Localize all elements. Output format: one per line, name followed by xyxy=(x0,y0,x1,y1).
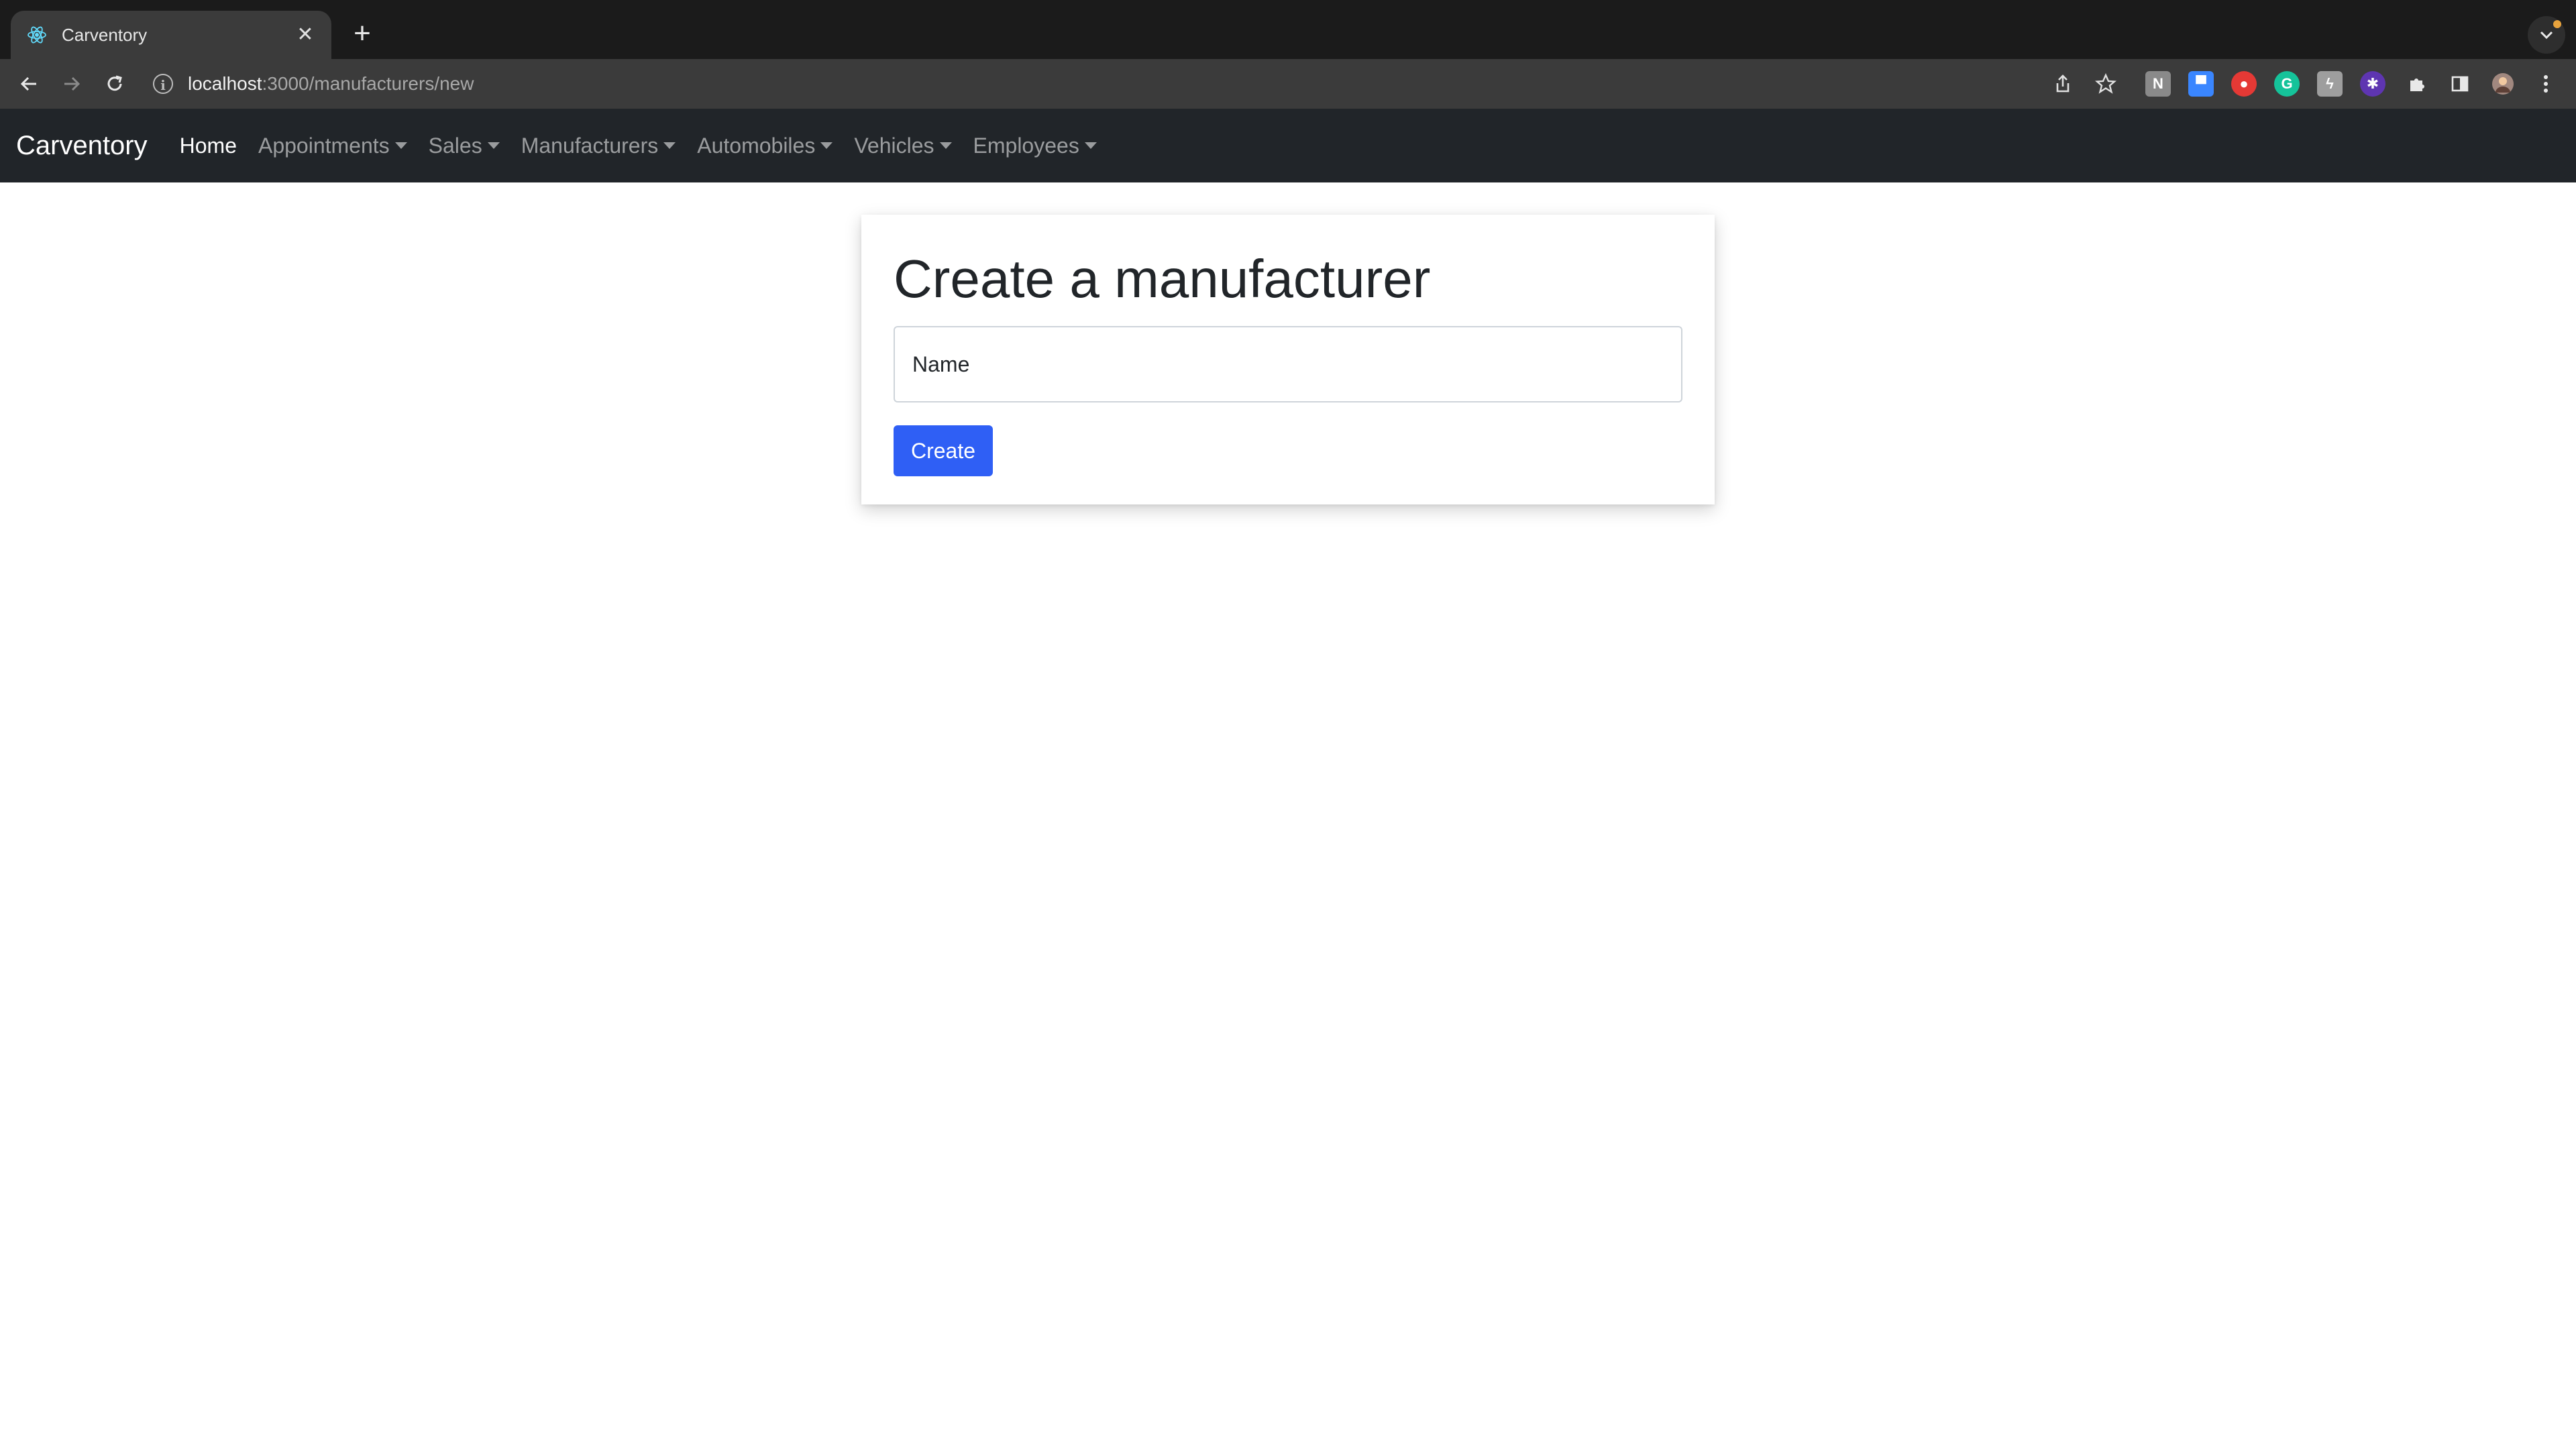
caret-down-icon xyxy=(1084,142,1097,149)
nav-item-employees[interactable]: Employees xyxy=(973,133,1097,158)
caret-down-icon xyxy=(663,142,676,149)
bookmark-star-icon[interactable] xyxy=(2089,67,2123,101)
profile-avatar[interactable] xyxy=(2486,67,2520,101)
share-icon[interactable] xyxy=(2046,67,2080,101)
name-placeholder: Name xyxy=(912,352,970,376)
url-host: localhost xyxy=(188,73,262,94)
grammarly-icon[interactable]: G xyxy=(2274,71,2300,97)
notification-dot xyxy=(2553,20,2561,28)
create-manufacturer-card: Create a manufacturer Name Create xyxy=(861,215,1715,504)
react-favicon-icon xyxy=(25,23,48,46)
arrow-right-icon xyxy=(64,76,80,91)
caret-down-icon xyxy=(820,142,833,149)
nav-item-automobiles[interactable]: Automobiles xyxy=(697,133,833,158)
red-ext-icon[interactable]: ● xyxy=(2231,71,2257,97)
back-button[interactable] xyxy=(12,67,46,101)
app-navbar: Carventory Home Appointments Sales Manuf… xyxy=(0,109,2576,182)
reload-icon xyxy=(107,75,122,91)
nav-item-manufacturers[interactable]: Manufacturers xyxy=(521,133,676,158)
page-title: Create a manufacturer xyxy=(894,249,1431,309)
nav-item-label: Automobiles xyxy=(697,133,816,158)
nav-item-appointments[interactable]: Appointments xyxy=(258,133,407,158)
nav-item-label: Appointments xyxy=(258,133,390,158)
sidebar-icon[interactable] xyxy=(2443,67,2477,101)
nav-item-vehicles[interactable]: Vehicles xyxy=(854,133,952,158)
info-icon[interactable]: i xyxy=(153,74,173,94)
tab-close-icon[interactable]: ✕ xyxy=(294,25,317,45)
create-button[interactable]: Create xyxy=(894,425,993,476)
nav-item-label: Vehicles xyxy=(854,133,934,158)
arrow-left-icon xyxy=(20,76,36,91)
window-ext-icon[interactable]: ▀ xyxy=(2188,71,2214,97)
name-input[interactable]: Name xyxy=(894,326,1682,402)
browser-tab[interactable]: Carventory ✕ xyxy=(11,11,331,59)
lightning-ext-icon[interactable]: ϟ xyxy=(2317,71,2343,97)
color-ext-icon[interactable]: ✱ xyxy=(2360,71,2385,97)
nav-item-label: Employees xyxy=(973,133,1079,158)
nav-item-label: Home xyxy=(179,133,237,158)
reload-button[interactable] xyxy=(98,67,131,101)
url-path: :3000/manufacturers/new xyxy=(262,73,474,94)
nav-item-sales[interactable]: Sales xyxy=(429,133,500,158)
browser-tabstrip: Carventory ✕ + xyxy=(0,0,2576,59)
new-tab-icon[interactable]: + xyxy=(346,17,378,50)
nav-item-label: Manufacturers xyxy=(521,133,659,158)
more-vert-icon[interactable] xyxy=(2529,67,2563,101)
caret-down-icon xyxy=(939,142,952,149)
browser-toolbar: i localhost:3000/manufacturers/new N ▀ ●… xyxy=(0,59,2576,111)
nav-item-label: Sales xyxy=(428,133,482,158)
forward-button[interactable] xyxy=(55,67,89,101)
grid-ext-icon[interactable]: N xyxy=(2145,71,2171,97)
chevron-down-icon xyxy=(2540,31,2553,40)
address-bar[interactable]: i localhost:3000/manufacturers/new xyxy=(153,64,2085,103)
navbar-brand[interactable]: Carventory xyxy=(16,131,148,161)
caret-down-icon xyxy=(394,142,407,149)
caret-down-icon xyxy=(487,142,500,149)
tab-search-button[interactable] xyxy=(2528,16,2565,54)
nav-item-home[interactable]: Home xyxy=(180,133,237,158)
tab-title: Carventory xyxy=(62,24,148,45)
puzzle-icon[interactable] xyxy=(2400,67,2434,101)
